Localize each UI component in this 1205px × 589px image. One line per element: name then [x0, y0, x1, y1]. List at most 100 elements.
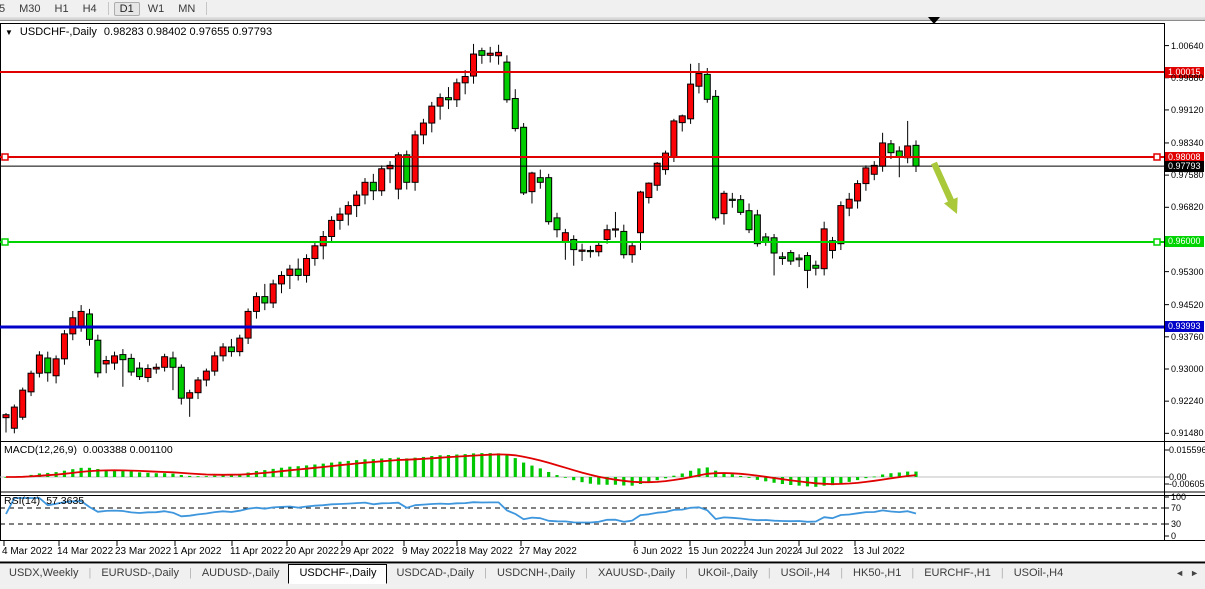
candle-body	[504, 62, 510, 100]
date-axis-label: 27 May 2022	[519, 546, 577, 557]
tab-eurusd-daily[interactable]: EURUSD-,Daily	[92, 564, 188, 582]
macd-histogram-bar	[422, 457, 425, 477]
price-axis-label: 0.93000	[1171, 364, 1204, 374]
candle-body	[855, 184, 861, 201]
macd-histogram-bar	[589, 477, 592, 484]
macd-histogram-bar	[338, 462, 341, 477]
macd-histogram-bar	[881, 474, 884, 477]
tab-usoil-h4[interactable]: USOil-,H4	[1005, 564, 1073, 582]
line-handle[interactable]	[1154, 239, 1160, 245]
candle-body	[153, 367, 159, 369]
candle-body	[53, 359, 59, 376]
date-axis-label: 20 Apr 2022	[285, 546, 339, 557]
tab-audusd-daily[interactable]: AUDUSD-,Daily	[193, 564, 289, 582]
macd-histogram-bar	[347, 461, 350, 477]
candle-body	[529, 173, 535, 192]
candle-body	[112, 356, 118, 363]
candle-body	[337, 214, 343, 220]
price-level-badge: 0.93993	[1165, 321, 1204, 332]
candle-body	[78, 311, 84, 326]
price-axis-label: 1.00640	[1171, 41, 1204, 51]
candle-body	[362, 182, 368, 195]
tab-usdcad-daily[interactable]: USDCAD-,Daily	[387, 564, 483, 582]
price-level-badge: 0.96000	[1165, 236, 1204, 247]
macd-histogram-bar	[564, 477, 567, 478]
tab-usoil-h4[interactable]: USOil-,H4	[772, 564, 840, 582]
price-axis-label: 0.97580	[1171, 170, 1204, 180]
price-axis-label: 0.95300	[1171, 267, 1204, 277]
macd-histogram-bar	[572, 477, 575, 480]
macd-panel-header: MACD(12,26,9) 0.003388 0.001100	[4, 444, 173, 456]
candle-body	[245, 311, 251, 338]
tab-hk50-h1[interactable]: HK50-,H1	[844, 564, 910, 582]
macd-histogram-bar	[539, 468, 542, 477]
tab-xauusd-daily[interactable]: XAUUSD-,Daily	[589, 564, 684, 582]
metatrader-window: { "toolbar": { "timeframes": ["5", "M30"…	[0, 0, 1205, 589]
macd-histogram-bar	[814, 477, 817, 487]
candle-body	[487, 53, 493, 55]
tab-scroll-right-icon[interactable]: ►	[1190, 568, 1199, 578]
line-handle[interactable]	[1154, 154, 1160, 160]
macd-histogram-bar	[781, 477, 784, 484]
chart-shift-marker	[928, 17, 940, 24]
tab-usdcnh-daily[interactable]: USDCNH-,Daily	[488, 564, 584, 582]
macd-histogram-bar	[297, 466, 300, 477]
candle-body	[804, 256, 810, 271]
price-axis-label: 0.99120	[1171, 105, 1204, 115]
candle-body	[537, 178, 543, 183]
candle-body	[612, 229, 618, 230]
macd-histogram-bar	[555, 475, 558, 477]
macd-histogram-bar	[706, 467, 709, 477]
macd-histogram-bar	[180, 475, 183, 477]
candle-body	[637, 192, 643, 233]
candle-body	[220, 347, 226, 356]
macd-histogram-bar	[580, 477, 583, 482]
date-axis-label: 4 Mar 2022	[2, 546, 53, 557]
tab-usdchf-daily[interactable]: USDCHF-,Daily	[288, 564, 387, 584]
candle-body	[437, 98, 443, 106]
date-axis-label: 29 Apr 2022	[340, 546, 394, 557]
candle-body	[813, 265, 819, 268]
price-chart-canvas[interactable]	[0, 0, 1205, 589]
price-axis-label: 0.99880	[1171, 73, 1204, 83]
line-handle[interactable]	[2, 239, 8, 245]
macd-histogram-bar	[514, 458, 517, 477]
macd-histogram-bar	[747, 477, 750, 478]
macd-histogram-bar	[547, 472, 550, 477]
macd-histogram-bar	[88, 468, 91, 477]
chart-ohlc-values: 0.98283 0.98402 0.97655 0.97793	[104, 26, 272, 38]
candle-body	[721, 193, 727, 213]
macd-axis-label: -0.00605	[1169, 479, 1205, 489]
candle-body	[629, 246, 635, 255]
candle-body	[596, 245, 602, 251]
candle-body	[178, 367, 184, 398]
candle-body	[454, 83, 460, 100]
candle-body	[863, 168, 869, 184]
rsi-axis-label: 100	[1171, 492, 1186, 502]
rsi-axis-label: 70	[1171, 503, 1181, 513]
candle-body	[562, 233, 568, 242]
tab-usdx-weekly[interactable]: USDX,Weekly	[0, 564, 87, 582]
macd-signal-line	[6, 454, 916, 484]
candle-body	[304, 259, 310, 276]
candle-body	[604, 230, 610, 240]
macd-histogram-bar	[656, 477, 659, 480]
date-axis-label: 4 Jul 2022	[797, 546, 843, 557]
price-axis-label: 0.93760	[1171, 332, 1204, 342]
symbol-dropdown-icon[interactable]: ▼	[5, 29, 13, 37]
macd-histogram-bar	[413, 458, 416, 477]
sell-arrow-annotation[interactable]	[931, 162, 958, 214]
rsi-label: RSI(14)	[4, 495, 40, 507]
candle-body	[913, 145, 919, 166]
candle-body	[754, 215, 760, 244]
macd-histogram-bar	[280, 468, 283, 477]
tab-scroll-left-icon[interactable]: ◄	[1175, 568, 1184, 578]
line-handle[interactable]	[2, 154, 8, 160]
tab-eurchf-h1[interactable]: EURCHF-,H1	[915, 564, 1000, 582]
candle-body	[170, 358, 176, 367]
candle-body	[479, 51, 485, 56]
candle-body	[28, 373, 34, 392]
candle-body	[621, 231, 627, 254]
candle-body	[45, 358, 51, 373]
tab-ukoil-daily[interactable]: UKOil-,Daily	[689, 564, 767, 582]
